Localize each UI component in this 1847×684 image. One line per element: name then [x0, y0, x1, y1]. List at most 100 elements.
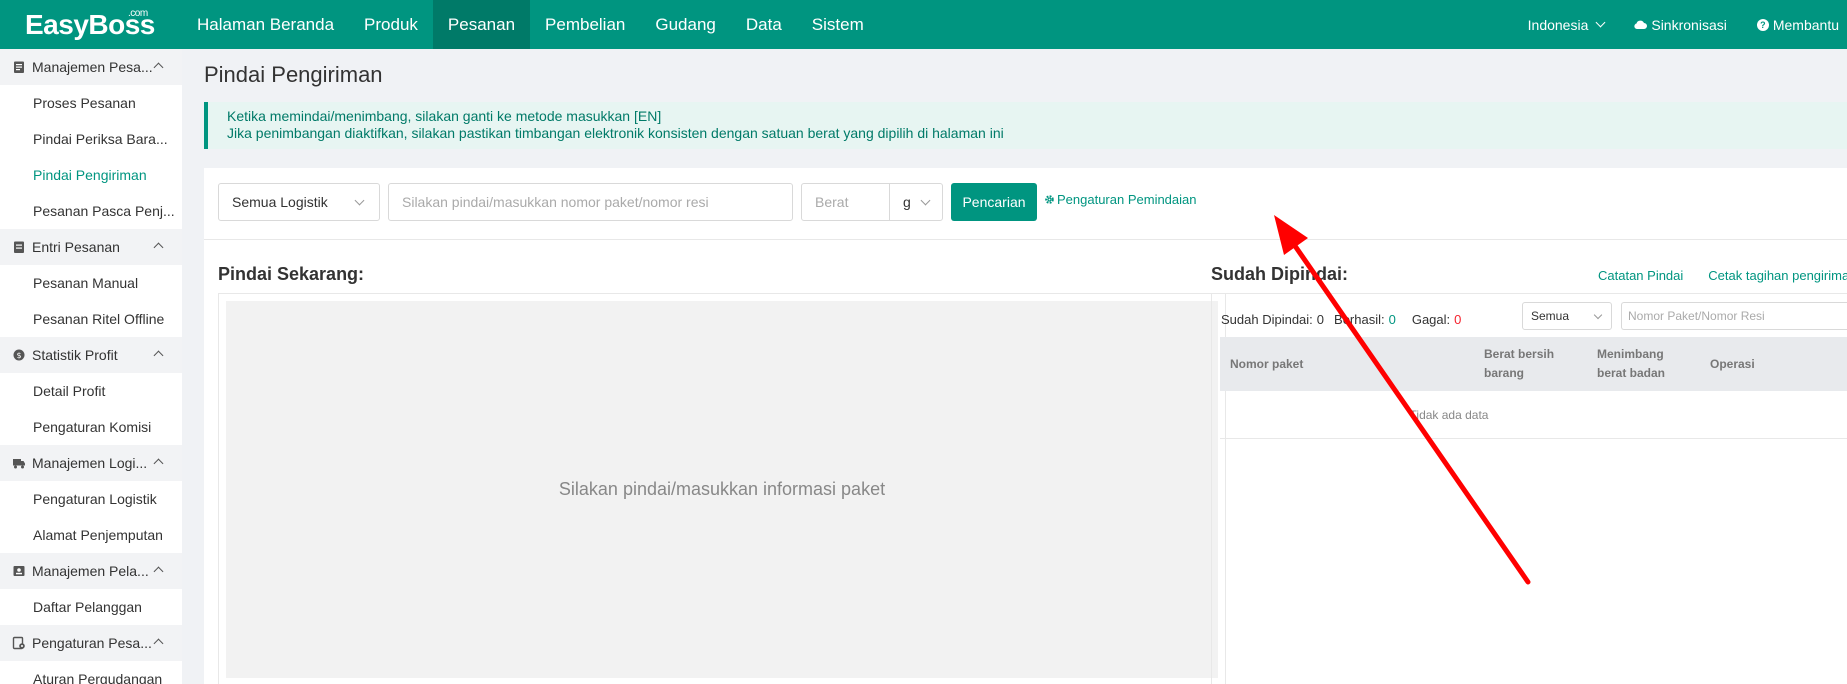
scan-status-filter-value: Semua	[1531, 309, 1570, 323]
scan-panel: Semua Logistik g Pencarian Pengaturan Pe…	[204, 168, 1847, 684]
sidebar-item-commission-settings[interactable]: Pengaturan Komisi	[0, 409, 182, 445]
scan-settings-label: Pengaturan Pemindaian	[1057, 192, 1197, 207]
notice-banner: Ketika memindai/menimbang, silakan ganti…	[204, 102, 1847, 149]
clipboard-icon	[14, 61, 24, 73]
table-header: Nomor paket Berat bersih barang Menimban…	[1220, 337, 1847, 391]
top-navbar: EasyBoss .com Halaman Beranda Produk Pes…	[0, 0, 1847, 49]
sync-button[interactable]: Sinkronisasi	[1634, 17, 1727, 33]
sidebar-item-after-sales[interactable]: Pesanan Pasca Penj...	[0, 193, 182, 229]
page-title: Pindai Pengiriman	[204, 62, 383, 87]
notice-line-2: Jika penimbangan diaktifkan, silakan pas…	[227, 125, 1004, 141]
brand-logo[interactable]: EasyBoss .com	[0, 0, 182, 49]
main-nav: Halaman Beranda Produk Pesanan Pembelian…	[182, 0, 879, 49]
chevron-up-icon	[153, 458, 164, 469]
scanned-title: Sudah Dipindai:	[1211, 264, 1348, 284]
logistics-select-value: Semua Logistik	[232, 194, 328, 210]
question-icon: ?	[1756, 18, 1769, 31]
col-weighed: Menimbang berat badan	[1597, 345, 1665, 383]
chevron-up-icon	[153, 566, 164, 577]
contact-card-icon	[13, 566, 25, 576]
weight-unit-select[interactable]: g	[889, 183, 943, 221]
sidebar-group-label: Manajemen Logi...	[32, 455, 148, 471]
notice-line-1: Ketika memindai/menimbang, silakan ganti…	[227, 108, 662, 124]
col-weighed-line-2: berat badan	[1597, 366, 1666, 380]
sidebar-group-label: Entri Pesanan	[32, 239, 120, 255]
search-button[interactable]: Pencarian	[951, 183, 1037, 221]
scan-now-box: Silakan pindai/masukkan informasi paket	[218, 293, 1226, 684]
sidebar-group-order-management[interactable]: Manajemen Pesa...	[0, 49, 182, 85]
help-button[interactable]: ? Membantu	[1756, 16, 1839, 33]
sidebar-item-process-orders[interactable]: Proses Pesanan	[0, 85, 182, 121]
scan-stats: Sudah Dipindai: 0 Berhasil: 0 Gagal: 0	[1221, 306, 1461, 332]
sidebar-group-profit-stats[interactable]: $ Statistik Profit	[0, 337, 182, 373]
gear-icon	[1045, 195, 1054, 204]
package-number-input[interactable]	[388, 183, 793, 221]
sidebar-group-logistics[interactable]: Manajemen Logi...	[0, 445, 182, 481]
col-weighed-line-1: Menimbang	[1597, 347, 1664, 361]
cloud-icon	[1634, 20, 1648, 30]
sidebar: Manajemen Pesa... Proses Pesanan Pindai …	[0, 49, 182, 684]
scanned-box: Sudah Dipindai: 0 Berhasil: 0 Gagal: 0 S…	[1211, 293, 1847, 684]
chevron-up-icon	[153, 350, 164, 361]
scan-settings-link[interactable]: Pengaturan Pemindaian	[1044, 192, 1197, 207]
chevron-up-icon	[153, 638, 164, 649]
sidebar-item-profit-detail[interactable]: Detail Profit	[0, 373, 182, 409]
col-operation: Operasi	[1710, 357, 1755, 371]
scan-status-filter[interactable]: Semua	[1522, 302, 1612, 330]
scanned-links: Catatan Pindai Cetak tagihan pengiriman	[1598, 268, 1847, 283]
sidebar-item-pickup-address[interactable]: Alamat Penjemputan	[0, 517, 182, 553]
coin-icon: $	[13, 349, 25, 361]
nav-warehouse[interactable]: Gudang	[640, 0, 731, 49]
weight-unit-value: g	[903, 194, 911, 210]
sidebar-item-warehouse-rules[interactable]: Aturan Pergudangan	[0, 661, 182, 684]
sidebar-item-offline-retail[interactable]: Pesanan Ritel Offline	[0, 301, 182, 337]
nav-system[interactable]: Sistem	[797, 0, 879, 49]
nav-purchasing[interactable]: Pembelian	[530, 0, 640, 49]
svg-text:$: $	[16, 351, 21, 360]
chevron-down-icon	[920, 195, 931, 206]
scan-now-area[interactable]: Silakan pindai/masukkan informasi paket	[226, 301, 1218, 678]
scan-log-link[interactable]: Catatan Pindai	[1598, 268, 1683, 283]
weight-input[interactable]	[801, 183, 890, 221]
chevron-up-icon	[153, 62, 164, 73]
sidebar-group-label: Statistik Profit	[32, 347, 118, 363]
sidebar-item-scan-shipping[interactable]: Pindai Pengiriman	[0, 157, 182, 193]
failed-count-value: 0	[1454, 311, 1462, 327]
truck-icon	[13, 459, 25, 469]
language-select[interactable]: Indonesia	[1527, 16, 1606, 33]
col-net-weight-line-1: Berat bersih	[1484, 347, 1555, 361]
scanned-count-label: Sudah Dipindai:	[1221, 311, 1313, 327]
nav-products[interactable]: Produk	[349, 0, 433, 49]
print-shipping-link[interactable]: Cetak tagihan pengiriman	[1708, 268, 1847, 283]
sidebar-group-label: Pengaturan Pesa...	[32, 635, 152, 651]
chevron-down-icon	[354, 195, 365, 206]
scanned-search-input[interactable]	[1621, 302, 1847, 330]
scanned-count-value: 0	[1316, 311, 1325, 327]
chevron-down-icon	[1593, 310, 1603, 320]
table-empty-state: Tidak ada data	[1220, 391, 1847, 439]
settings-document-icon	[12, 636, 25, 650]
chevron-up-icon	[153, 242, 164, 253]
sidebar-item-logistics-settings[interactable]: Pengaturan Logistik	[0, 481, 182, 517]
sidebar-group-label: Manajemen Pela...	[32, 563, 149, 579]
sidebar-item-manual-orders[interactable]: Pesanan Manual	[0, 265, 182, 301]
sidebar-item-scan-check[interactable]: Pindai Periksa Bara...	[0, 121, 182, 157]
logistics-select[interactable]: Semua Logistik	[218, 183, 380, 221]
document-icon	[14, 241, 24, 253]
sidebar-group-customers[interactable]: Manajemen Pela...	[0, 553, 182, 589]
sidebar-group-order-entry[interactable]: Entri Pesanan	[0, 229, 182, 265]
success-count-value: 0	[1388, 311, 1396, 327]
scanned-table: Nomor paket Berat bersih barang Menimban…	[1220, 337, 1847, 439]
sidebar-group-order-settings[interactable]: Pengaturan Pesa...	[0, 625, 182, 661]
sidebar-item-customer-list[interactable]: Daftar Pelanggan	[0, 589, 182, 625]
scan-now-title: Pindai Sekarang:	[218, 264, 365, 284]
nav-orders[interactable]: Pesanan	[432, 0, 531, 49]
language-label: Indonesia	[1527, 16, 1589, 33]
col-package-number: Nomor paket	[1230, 357, 1304, 371]
nav-home[interactable]: Halaman Beranda	[182, 0, 349, 49]
nav-data[interactable]: Data	[731, 0, 797, 49]
help-label: Membantu	[1772, 16, 1839, 33]
top-right-actions: Indonesia Sinkronisasi ? Membantu	[1528, 0, 1847, 49]
success-count-label: Berhasil:	[1334, 311, 1385, 327]
main-content: Pindai Pengiriman Ketika memindai/menimb…	[182, 49, 1847, 684]
